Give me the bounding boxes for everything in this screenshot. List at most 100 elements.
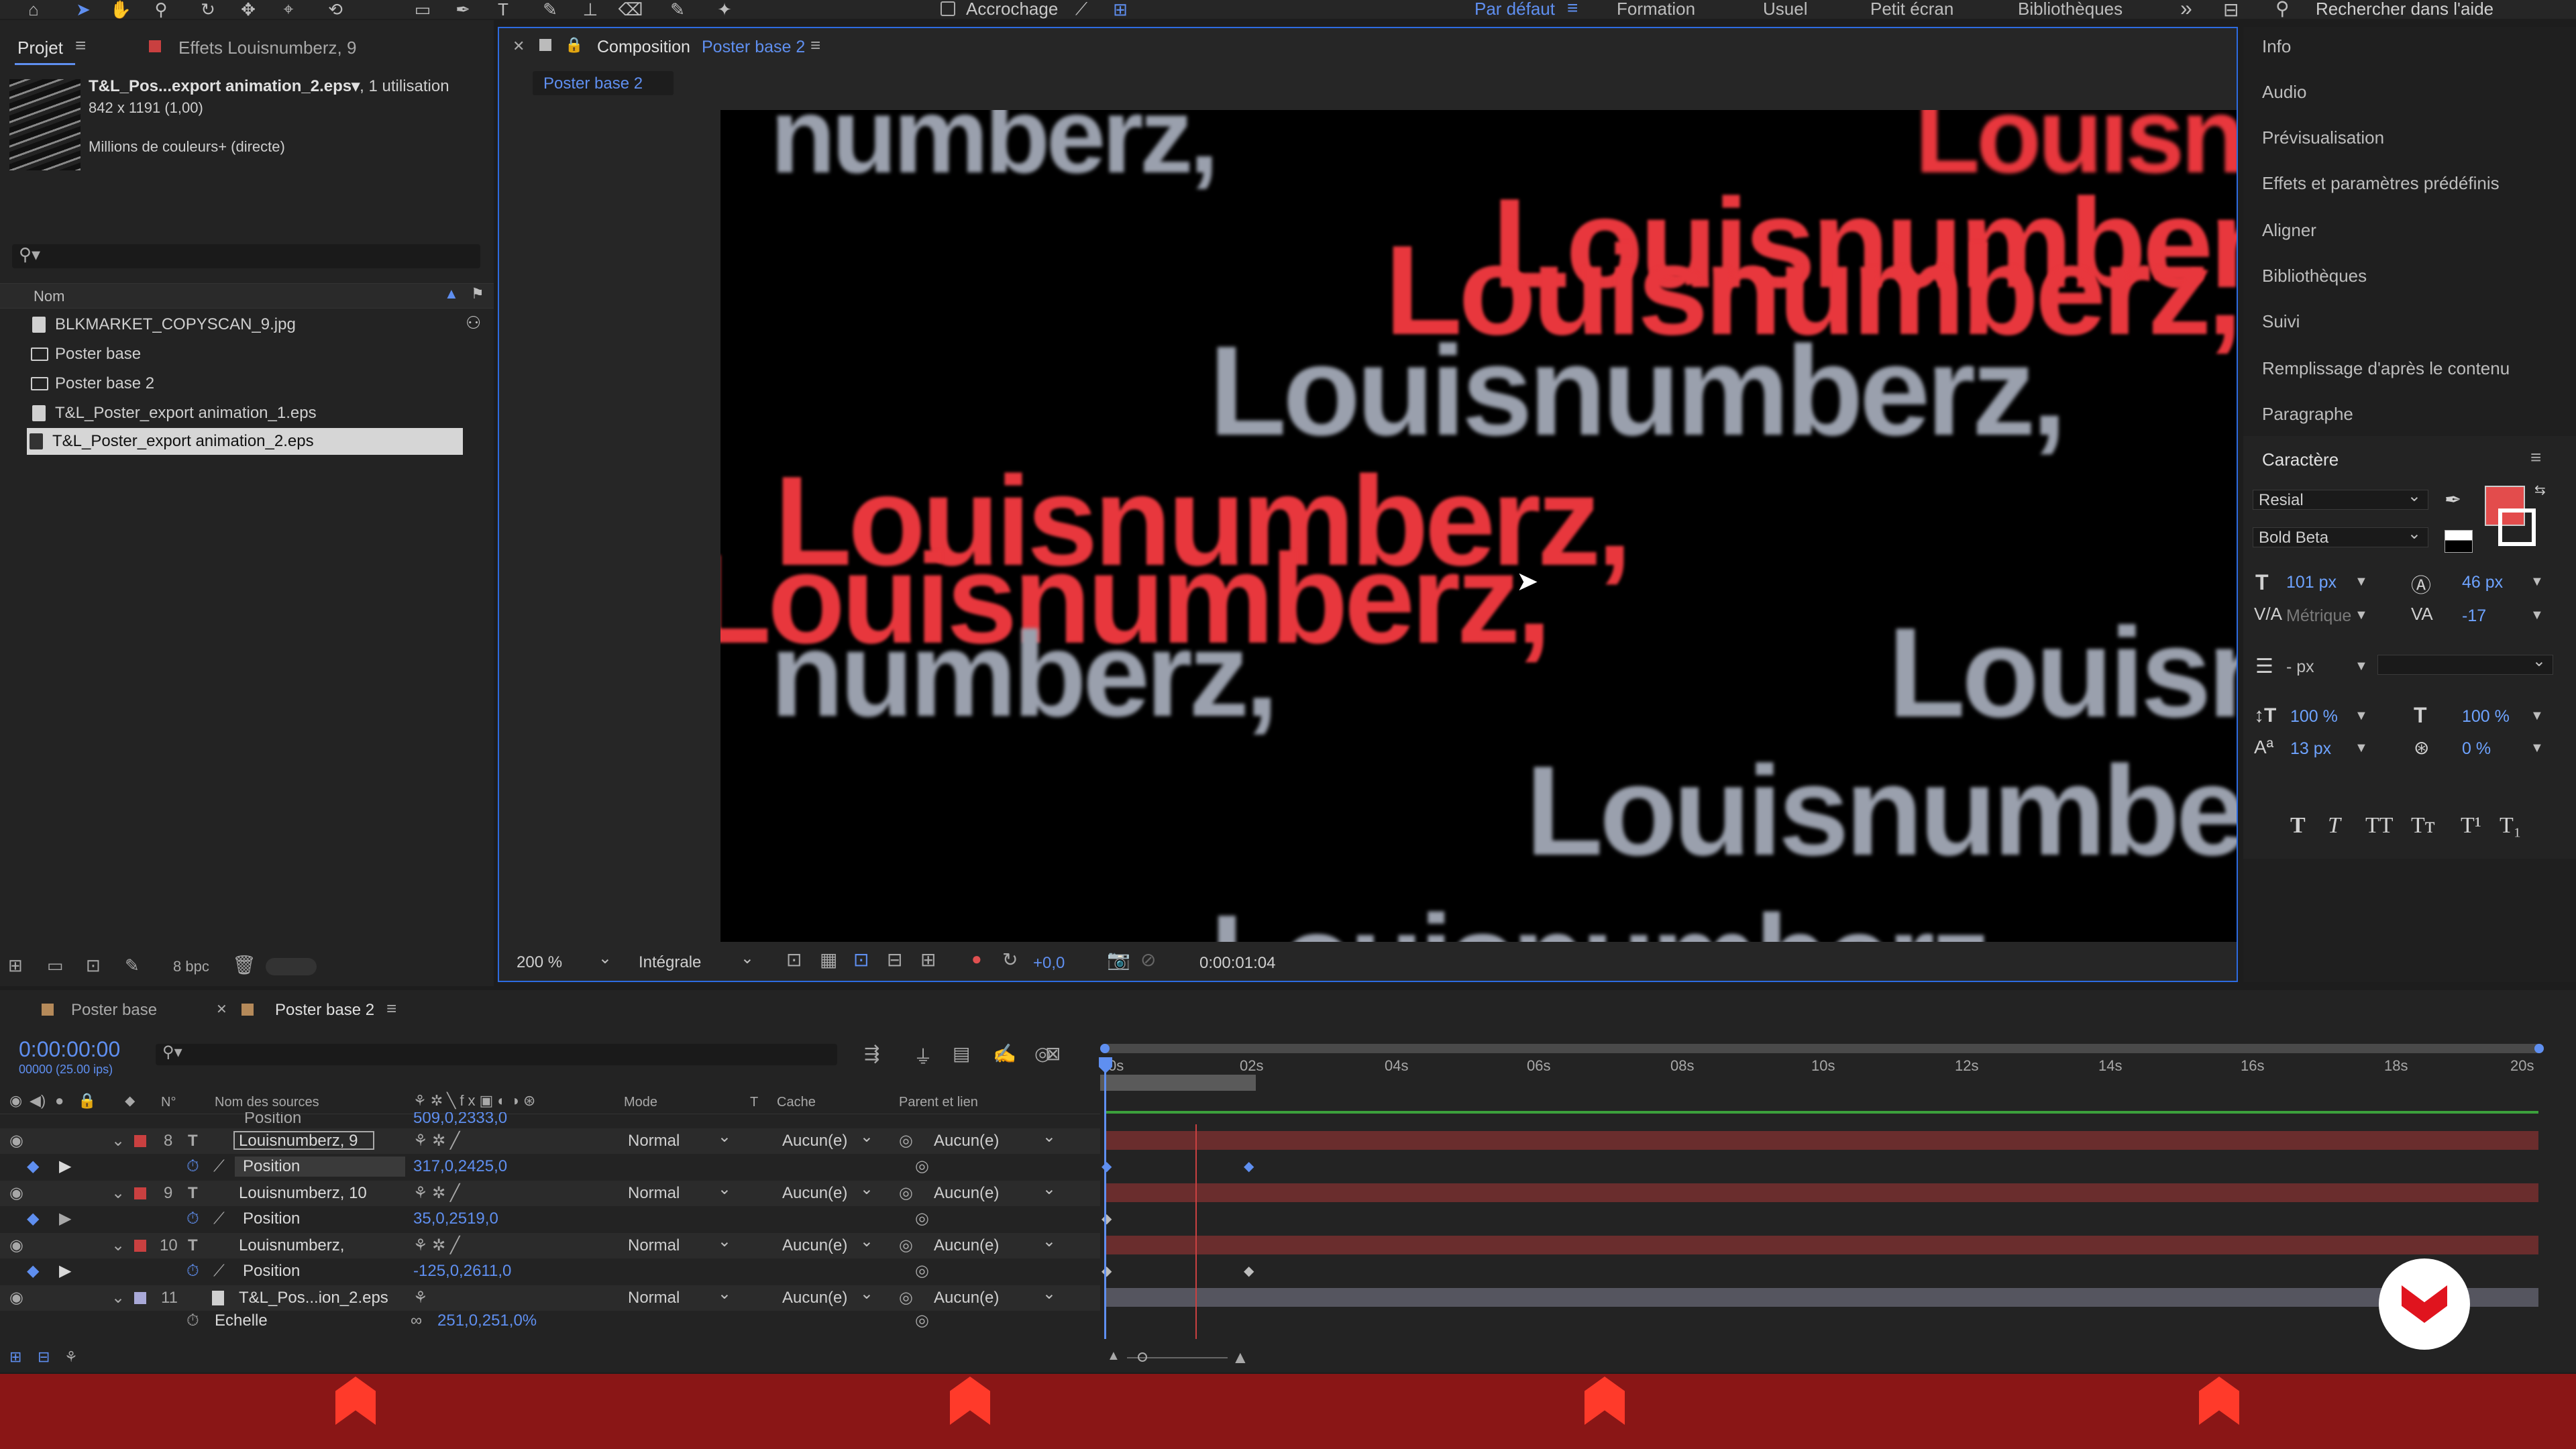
pickwhip-icon[interactable]: ◎ [899,1285,913,1311]
collapse-icon[interactable]: ⌄ [111,1285,125,1311]
font-family-dropdown[interactable]: Resial [2253,486,2428,510]
stopwatch-icon[interactable]: ⏱ [186,1154,199,1179]
layer-10-track[interactable] [1106,1236,2538,1254]
pickwhip-icon[interactable]: ◎ [899,1181,913,1206]
small-caps-button[interactable]: Tт [2411,813,2435,839]
eye-icon[interactable]: ◉ [9,1285,23,1311]
property-row[interactable]: ◆ ▶ ⏱ ⟋ Position -125,0,2611,0 ◎ [0,1258,1100,1284]
timeline-tab-poster-base-2[interactable]: Poster base 2 [275,1001,374,1020]
property-label[interactable]: Position [243,1206,300,1232]
kerning-dropdown-icon[interactable]: ▼ [2355,608,2368,623]
draft-3d-icon[interactable]: ⏚ [914,1042,932,1069]
effects-tab[interactable]: Effets Louisnumberz, 9 [178,38,356,58]
line-spacing-value[interactable]: - px [2286,657,2314,677]
grid-icon[interactable]: ⊞ [920,949,936,971]
selection-tool-icon[interactable]: ➤ [70,0,97,19]
font-size-dropdown-icon[interactable]: ▼ [2355,574,2368,590]
layer-color-label[interactable] [134,1292,146,1304]
eye-icon[interactable]: ◉ [9,1092,22,1110]
line-spacing-mode-dropdown[interactable] [2377,651,2553,675]
playhead[interactable] [1104,1057,1106,1339]
label-icon[interactable]: ⬥ [125,1092,135,1110]
frame-blending-icon[interactable]: ✍ [993,1042,1016,1065]
workspace-panel-icon[interactable]: ⊟ [2223,0,2239,21]
tracking-dropdown-icon[interactable]: ▼ [2530,608,2544,623]
keyframe-next-icon[interactable]: ▶ [59,1154,71,1179]
clone-stamp-tool-icon[interactable]: ⊥ [577,0,604,19]
guides-icon[interactable]: ⊟ [887,949,902,971]
horizontal-scale-dropdown-icon[interactable]: ▼ [2530,708,2544,724]
keyframe-next-icon[interactable]: ▶ [59,1206,71,1232]
black-white-swatch[interactable] [2445,530,2473,553]
vertical-scale-dropdown-icon[interactable]: ▼ [2355,708,2368,724]
solo-icon[interactable]: ● [55,1092,64,1110]
layer-mode-dropdown[interactable]: Normal [623,1232,738,1256]
project-item[interactable]: T&L_Poster_export animation_1.eps [30,400,459,427]
eye-icon[interactable]: ◉ [9,1181,23,1206]
audio-icon[interactable]: ◀) [30,1092,46,1110]
graph-icon[interactable]: ⟋ [213,1258,225,1284]
puppet-tool-icon[interactable]: ✦ [711,0,738,19]
pickwhip-icon[interactable]: ◎ [899,1233,913,1258]
sort-icon[interactable]: ▲ [444,285,459,303]
layer-row[interactable]: ◉ ⌄ 8 T Louisnumberz, 9 ⚘ ✲ ╱ Normal Auc… [0,1127,1100,1154]
snap-grid-icon[interactable]: ⊞ [1107,0,1134,19]
preview-range[interactable] [1100,1075,1256,1091]
property-value[interactable]: 317,0,2425,0 [413,1154,507,1179]
resolution-dropdown[interactable]: Intégrale [633,949,761,973]
orbit-tool-icon[interactable]: ⟲ [322,0,349,19]
faux-italic-button[interactable]: T [2328,813,2341,839]
camera-tool-icon[interactable]: ✥ [235,0,262,19]
faux-bold-button[interactable]: T [2290,813,2306,839]
leading-dropdown-icon[interactable]: ▼ [2530,574,2544,590]
layer-switches[interactable]: ⚘ ✲ ╱ [413,1233,460,1258]
interpret-icon[interactable]: ⊞ [8,955,23,976]
layer-row[interactable]: ◉ ⌄ 11 T&L_Pos...ion_2.eps ⚘ Normal Aucu… [0,1284,1100,1311]
keyframe-icon[interactable]: ◆ [1102,1210,1112,1227]
lock-icon[interactable]: 🔒 [565,36,583,54]
col-name-header[interactable]: Nom [34,288,64,305]
timeline-zoom-slider[interactable]: ▲ ▲ [1107,1347,1249,1367]
layer-color-label[interactable] [134,1135,146,1147]
keyframe-next-icon[interactable]: ▶ [59,1258,71,1284]
close-icon[interactable]: ✕ [513,38,525,55]
pan-behind-tool-icon[interactable]: ⌖ [275,0,302,19]
network-icon[interactable]: ⚇ [466,313,481,333]
home-icon[interactable]: ⌂ [20,0,47,19]
timeline-search-input[interactable]: ⚲▾ [156,1043,837,1065]
kerning-value[interactable]: Métrique [2286,606,2351,626]
search-icon[interactable]: ⚲ [2275,0,2290,19]
line-spacing-dropdown-icon[interactable]: ▼ [2355,659,2368,674]
timeline-tab-menu-icon[interactable]: ≡ [386,998,396,1019]
exposure-value[interactable]: +0,0 [1033,954,1065,973]
graph-icon[interactable]: ⟋ [213,1206,225,1232]
workspace-par-defaut[interactable]: Par défaut [1474,0,1555,19]
layer-8-track[interactable] [1106,1131,2538,1150]
panel-paragraph[interactable]: Paragraphe [2262,404,2353,425]
layer-parent-dropdown[interactable]: Aucun(e) [928,1232,1063,1256]
pickwhip-icon[interactable]: ◎ [899,1128,913,1154]
more-workspaces-icon[interactable]: » [2180,0,2192,21]
zoom-dropdown[interactable]: 200 % [511,949,619,973]
tsume-value[interactable]: 0 % [2462,739,2491,759]
workspace-petit-ecran[interactable]: Petit écran [1870,0,1953,19]
hand-tool-icon[interactable]: ✋ [107,0,134,19]
show-snapshot-icon[interactable]: ⊘ [1140,949,1156,971]
panel-info[interactable]: Info [2262,36,2291,57]
vertical-scale-value[interactable]: 100 % [2290,707,2338,727]
mask-visibility-icon[interactable]: ⊡ [853,949,869,971]
property-value[interactable]: 251,0,251,0% [437,1308,537,1334]
keyframe-nav-icon[interactable]: ◆ [27,1258,39,1284]
layer-cache-dropdown[interactable]: Aucun(e) [777,1179,880,1203]
collapse-icon[interactable]: ⌄ [111,1128,125,1154]
stopwatch-icon[interactable]: ⏱ [186,1258,199,1284]
property-row[interactable]: ⏱ Echelle ∞ 251,0,251,0% ◎ [0,1311,1100,1331]
pickwhip-icon[interactable]: ◎ [915,1154,929,1179]
col-source-name[interactable]: Nom des sources [215,1095,319,1110]
comp-tab-prefix[interactable]: Composition [597,38,690,57]
eye-icon[interactable]: ◉ [9,1233,23,1258]
channel-icon[interactable]: ● [971,949,982,969]
superscript-button[interactable]: T¹ [2461,813,2481,839]
panel-preview[interactable]: Prévisualisation [2262,127,2384,148]
layer-cache-dropdown[interactable]: Aucun(e) [777,1127,880,1151]
